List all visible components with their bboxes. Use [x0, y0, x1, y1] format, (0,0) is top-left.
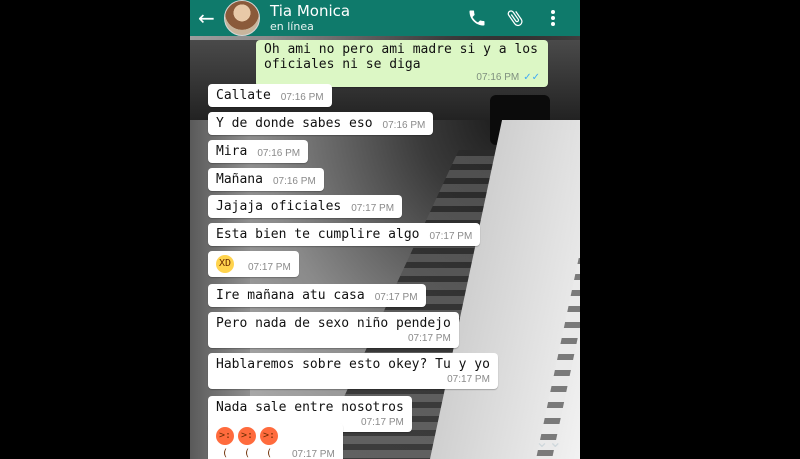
- message-time: 07:17 PM: [351, 203, 395, 214]
- message-text: Oh ami no pero ami madre si y a los ofic…: [264, 42, 538, 72]
- message-text: Pero nada de sexo niño pendejo: [216, 316, 451, 331]
- phone-icon[interactable]: [466, 7, 488, 29]
- incoming-message[interactable]: Hablaremos sobre esto okey? Tu y yo 07:17…: [208, 353, 498, 389]
- paperclip-icon[interactable]: [504, 7, 526, 29]
- message-text: Callate: [216, 88, 271, 103]
- message-time: 07:17 PM: [248, 262, 291, 273]
- angry-face-icon: >:(: [260, 427, 278, 459]
- message-text: Jajaja oficiales: [216, 199, 342, 214]
- incoming-message[interactable]: Y de donde sabes eso 07:16 PM: [208, 112, 434, 135]
- message-time: 07:16 PM: [280, 92, 324, 103]
- incoming-message[interactable]: Mañana 07:16 PM: [208, 168, 324, 191]
- more-vertical-icon[interactable]: [542, 7, 564, 29]
- contact-name: Tia Monica: [270, 2, 351, 20]
- message-time: 07:17 PM: [408, 333, 451, 344]
- message-text: Y de donde sabes eso: [216, 116, 373, 131]
- message-time: 07:17 PM: [447, 374, 490, 385]
- incoming-message[interactable]: Pero nada de sexo niño pendejo 07:17 PM: [208, 312, 459, 348]
- message-time: 07:16 PM: [382, 120, 426, 131]
- incoming-message[interactable]: Jajaja oficiales 07:17 PM: [208, 195, 403, 218]
- chat-header: ← Tia Monica en línea: [190, 0, 580, 36]
- message-text: Esta bien te cumplire algo: [216, 227, 420, 242]
- avatar[interactable]: [224, 0, 260, 36]
- message-meta: 07:16 PM ✓✓: [264, 72, 540, 83]
- emoji-group: XD: [216, 255, 238, 273]
- scroll-down-icon[interactable]: ⌄⌄: [535, 432, 562, 451]
- incoming-message[interactable]: Esta bien te cumplire algo 07:17 PM: [208, 223, 481, 246]
- message-time: 07:17 PM: [292, 449, 335, 459]
- message-time: 07:16 PM: [272, 176, 316, 187]
- message-time: 07:16 PM: [476, 72, 520, 83]
- incoming-message[interactable]: XD 07:17 PM: [208, 251, 299, 277]
- angry-face-icon: >:(: [238, 427, 256, 459]
- message-text: Mira: [216, 144, 248, 159]
- incoming-message[interactable]: Ire mañana atu casa 07:17 PM: [208, 284, 426, 307]
- message-text: Hablaremos sobre esto okey? Tu y yo: [216, 357, 490, 372]
- message-time: 07:17 PM: [374, 292, 418, 303]
- contact-status: en línea: [270, 20, 314, 33]
- incoming-message[interactable]: Callate 07:16 PM: [208, 84, 332, 107]
- laughing-face-icon: XD: [216, 255, 234, 273]
- message-text: Ire mañana atu casa: [216, 288, 365, 303]
- message-time: 07:16 PM: [257, 148, 301, 159]
- message-text: Mañana: [216, 172, 263, 187]
- incoming-message[interactable]: Mira 07:16 PM: [208, 140, 309, 163]
- message-text: Nada sale entre nosotros: [216, 400, 404, 415]
- back-arrow-icon[interactable]: ←: [198, 8, 216, 28]
- incoming-message[interactable]: >:(>:(>:(07:17 PM: [208, 423, 343, 459]
- outgoing-message[interactable]: Oh ami no pero ami madre si y a los ofic…: [256, 40, 548, 87]
- message-time: 07:17 PM: [429, 231, 473, 242]
- angry-face-icon: >:(: [216, 427, 234, 459]
- emoji-group: >:(>:(>:(: [216, 427, 282, 459]
- contact-info[interactable]: Tia Monica en línea: [270, 2, 466, 34]
- double-check-icon: ✓✓: [523, 72, 540, 83]
- chat-screen: ← Tia Monica en línea Oh ami no pero ami…: [190, 0, 580, 459]
